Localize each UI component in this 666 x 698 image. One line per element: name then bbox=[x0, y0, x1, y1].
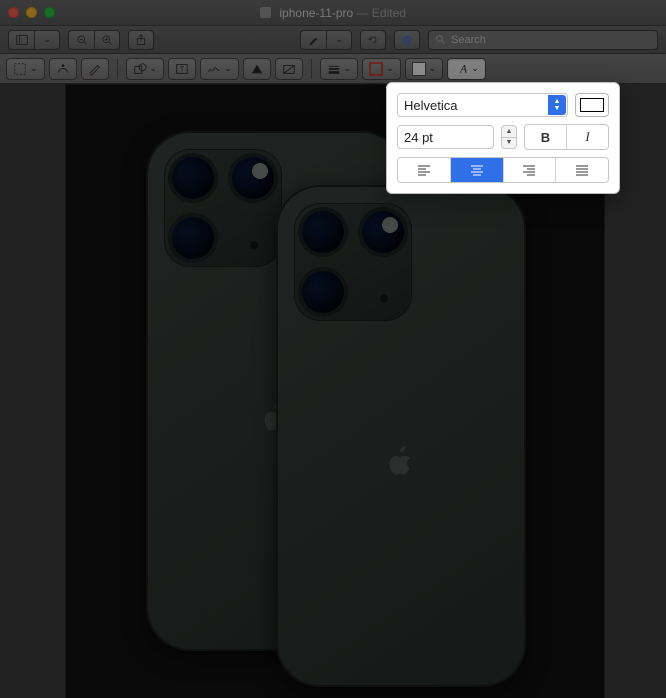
font-size-stepper[interactable]: ▲ ▼ bbox=[501, 125, 517, 149]
italic-button[interactable]: I bbox=[567, 125, 609, 149]
align-right-button[interactable] bbox=[504, 158, 557, 182]
align-justify-button[interactable] bbox=[556, 158, 608, 182]
text-align-segmented bbox=[397, 157, 609, 183]
font-size-value: 24 pt bbox=[404, 130, 433, 145]
text-style-segmented: B I U bbox=[524, 124, 609, 150]
align-center-button[interactable] bbox=[451, 158, 504, 182]
font-size-increase[interactable]: ▲ bbox=[502, 126, 516, 138]
font-size-decrease[interactable]: ▼ bbox=[502, 138, 516, 149]
font-size-field[interactable]: 24 pt bbox=[397, 125, 494, 149]
bold-button[interactable]: B bbox=[525, 125, 567, 149]
text-color-well[interactable] bbox=[575, 93, 609, 117]
font-select-stepper[interactable]: ▲▼ bbox=[548, 95, 566, 115]
align-left-button[interactable] bbox=[398, 158, 451, 182]
text-style-popover: Helvetica ▲▼ 24 pt ▲ ▼ B I U bbox=[386, 82, 620, 194]
font-family-value: Helvetica bbox=[404, 98, 457, 113]
font-family-select[interactable]: Helvetica ▲▼ bbox=[397, 93, 568, 117]
